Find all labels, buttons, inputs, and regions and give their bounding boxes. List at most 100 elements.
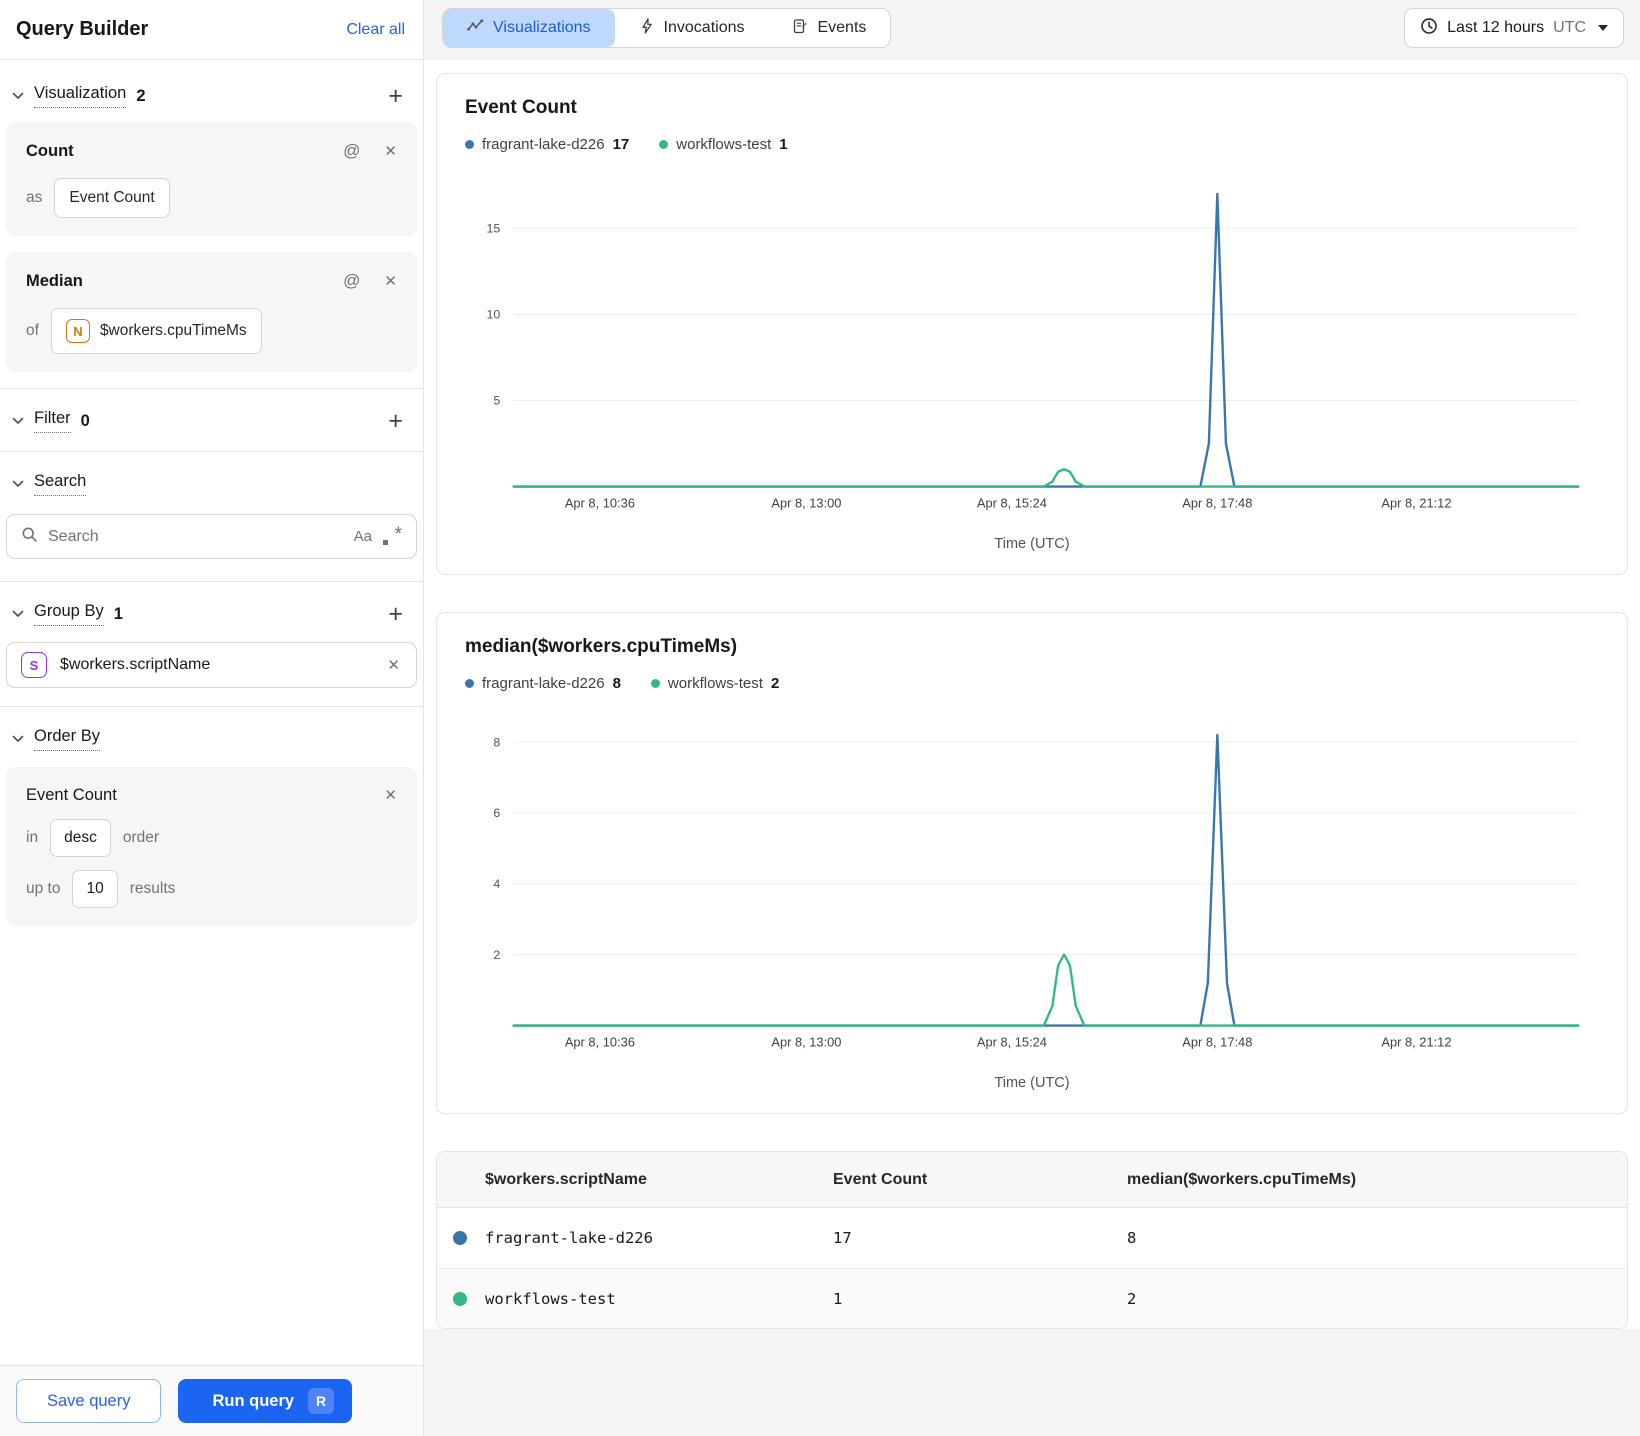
sidebar-footer: Save query Run query R xyxy=(0,1365,423,1436)
tab-events[interactable]: Events xyxy=(768,9,890,47)
svg-text:Apr 8, 13:00: Apr 8, 13:00 xyxy=(771,495,841,510)
series-dot-icon xyxy=(465,140,474,149)
svg-text:Apr 8, 15:24: Apr 8, 15:24 xyxy=(977,495,1047,510)
filter-label: Filter xyxy=(34,409,71,433)
svg-text:Apr 8, 10:36: Apr 8, 10:36 xyxy=(565,495,635,510)
time-range-selector[interactable]: Last 12 hours UTC xyxy=(1404,8,1624,48)
search-box: Aa * xyxy=(6,514,417,559)
add-filter-button[interactable]: + xyxy=(384,409,407,434)
svg-text:8: 8 xyxy=(493,735,500,749)
in-label: in xyxy=(26,829,39,846)
script-name-cell: workflows-test xyxy=(485,1289,616,1308)
divider xyxy=(0,388,423,389)
svg-text:Apr 8, 17:48: Apr 8, 17:48 xyxy=(1182,1034,1252,1049)
count-visualization-card: Count @ ✕ as Event Count xyxy=(6,122,417,236)
section-header-filter[interactable]: Filter 0 + xyxy=(0,395,423,445)
tab-label: Visualizations xyxy=(493,19,591,36)
sort-direction-selector[interactable]: desc xyxy=(50,819,111,857)
result-limit-field[interactable]: 10 xyxy=(72,870,118,908)
legend-item-fragrant-lake[interactable]: fragrant-lake-d226 8 xyxy=(465,675,621,692)
search-input[interactable] xyxy=(48,527,344,546)
event-count-chart-card: Event Count fragrant-lake-d226 17 workfl… xyxy=(436,73,1628,575)
results-table: $workers.scriptName Event Count median($… xyxy=(436,1151,1628,1329)
section-header-search[interactable]: Search xyxy=(0,458,423,508)
tab-invocations[interactable]: Invocations xyxy=(615,9,769,47)
chevron-down-icon xyxy=(12,92,24,100)
time-range-label: Last 12 hours xyxy=(1447,19,1545,36)
chart-title: median($workers.cpuTimeMs) xyxy=(465,636,738,657)
column-header-script-name: $workers.scriptName xyxy=(485,1170,647,1188)
count-alias-field[interactable]: Event Count xyxy=(54,178,170,218)
time-zone-label: UTC xyxy=(1553,19,1586,36)
search-icon xyxy=(21,526,38,548)
save-query-button[interactable]: Save query xyxy=(16,1379,162,1423)
visualization-label: Visualization xyxy=(34,84,127,108)
close-icon[interactable]: ✕ xyxy=(380,784,401,806)
median-field-value: $workers.cpuTimeMs xyxy=(99,322,247,339)
page-title: Query Builder xyxy=(16,18,149,40)
svg-text:5: 5 xyxy=(493,394,500,408)
results-label: results xyxy=(129,880,176,897)
median-cell: 2 xyxy=(1127,1289,1137,1308)
section-header-visualization[interactable]: Visualization 2 + xyxy=(0,70,423,120)
chevron-down-icon xyxy=(12,480,24,488)
clock-icon xyxy=(1420,17,1438,40)
up-to-label: up to xyxy=(26,880,61,897)
event-count-cell: 17 xyxy=(833,1229,852,1247)
sidebar-scroll-area: Visualization 2 + Count @ ✕ as Event Cou… xyxy=(0,60,423,1365)
group-by-field-value: $workers.scriptName xyxy=(60,656,211,673)
median-field-selector[interactable]: N $workers.cpuTimeMs xyxy=(50,308,262,354)
tab-label: Invocations xyxy=(663,19,745,36)
lightning-icon xyxy=(639,17,655,39)
x-axis-title: Time (UTC) xyxy=(994,1075,1070,1091)
clear-all-button[interactable]: Clear all xyxy=(346,21,405,39)
svg-text:6: 6 xyxy=(493,806,500,820)
add-visualization-button[interactable]: + xyxy=(384,84,407,109)
svg-text:Apr 8, 15:24: Apr 8, 15:24 xyxy=(977,1034,1047,1049)
line-chart-icon xyxy=(467,17,484,39)
chart-legend: fragrant-lake-d226 17 workflows-test 1 xyxy=(465,136,1599,153)
regex-icon[interactable]: * xyxy=(382,524,402,548)
series-dot-icon xyxy=(659,140,669,149)
legend-item-workflows-test[interactable]: workflows-test 2 xyxy=(650,675,779,692)
svg-text:2: 2 xyxy=(493,948,500,962)
tab-visualizations[interactable]: Visualizations xyxy=(443,9,615,47)
svg-text:Apr 8, 21:12: Apr 8, 21:12 xyxy=(1381,495,1451,510)
tab-label: Events xyxy=(817,19,867,36)
close-icon[interactable]: ✕ xyxy=(380,140,401,162)
mention-icon[interactable]: @ xyxy=(339,139,364,163)
x-axis-title: Time (UTC) xyxy=(994,536,1070,552)
group-by-item[interactable]: S $workers.scriptName ✕ xyxy=(6,642,417,688)
svg-text:15: 15 xyxy=(487,222,501,236)
series-dot-icon xyxy=(453,1291,467,1306)
add-group-by-button[interactable]: + xyxy=(384,602,407,627)
chevron-down-icon xyxy=(12,735,24,743)
section-header-group-by[interactable]: Group By 1 + xyxy=(0,588,423,638)
as-label: as xyxy=(26,189,43,206)
svg-text:Apr 8, 21:12: Apr 8, 21:12 xyxy=(1381,1034,1451,1049)
column-header-event-count: Event Count xyxy=(833,1170,928,1188)
close-icon[interactable]: ✕ xyxy=(380,270,401,292)
main-panel: Visualizations Invocations Events Last 1… xyxy=(424,0,1640,1436)
close-icon[interactable]: ✕ xyxy=(383,654,404,676)
chart-title: Event Count xyxy=(465,97,577,118)
legend-item-fragrant-lake[interactable]: fragrant-lake-d226 17 xyxy=(465,136,629,153)
count-card-title: Count xyxy=(26,141,74,160)
section-header-order-by[interactable]: Order By xyxy=(0,713,423,763)
match-case-icon[interactable]: Aa xyxy=(354,528,372,545)
median-cell: 8 xyxy=(1127,1229,1137,1247)
table-header-row: $workers.scriptName Event Count median($… xyxy=(437,1152,1627,1208)
order-by-card: Event Count ✕ in desc order up to 10 res… xyxy=(6,767,417,926)
divider xyxy=(0,451,423,452)
column-header-median: median($workers.cpuTimeMs) xyxy=(1127,1170,1357,1188)
order-by-field: Event Count xyxy=(26,785,117,804)
order-label: order xyxy=(122,829,160,846)
run-query-button[interactable]: Run query R xyxy=(178,1379,353,1423)
legend-item-workflows-test[interactable]: workflows-test 1 xyxy=(659,136,788,153)
chevron-down-icon xyxy=(12,610,24,618)
mention-icon[interactable]: @ xyxy=(339,269,364,293)
number-field-icon: N xyxy=(65,319,90,343)
median-cputime-line-chart: 2 4 6 8 Apr 8, 10:36 Apr 8, 13:00 Apr 8, 15:24… xyxy=(493,733,1580,1049)
series-dot-icon xyxy=(453,1231,467,1245)
order-by-label: Order By xyxy=(34,727,101,751)
